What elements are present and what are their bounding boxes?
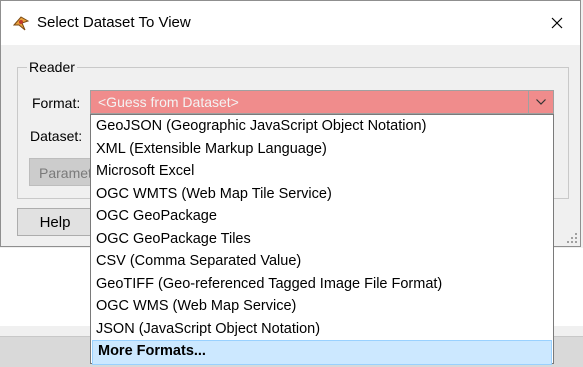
more-formats-option[interactable]: More Formats... — [92, 340, 552, 365]
format-option[interactable]: JSON (JavaScript Object Notation) — [91, 318, 553, 341]
format-label: Format: — [32, 95, 81, 111]
format-dropdown-button[interactable] — [528, 91, 553, 113]
dataset-label: Dataset: — [30, 128, 83, 144]
chevron-down-icon — [536, 99, 546, 105]
format-option[interactable]: GeoJSON (Geographic JavaScript Object No… — [91, 115, 553, 138]
format-select-value: <Guess from Dataset> — [98, 94, 239, 110]
format-option[interactable]: OGC WMS (Web Map Service) — [91, 295, 553, 318]
format-option[interactable]: OGC GeoPackage Tiles — [91, 228, 553, 251]
title-bar: Select Dataset To View — [1, 1, 580, 45]
format-option[interactable]: GeoTIFF (Geo-referenced Tagged Image Fil… — [91, 273, 553, 296]
fme-app-icon — [11, 13, 31, 33]
close-button[interactable] — [534, 1, 580, 45]
help-button[interactable]: Help — [17, 208, 93, 236]
resize-grip-icon[interactable] — [566, 232, 578, 244]
format-option[interactable]: XML (Extensible Markup Language) — [91, 138, 553, 161]
format-select[interactable]: <Guess from Dataset> — [90, 90, 554, 114]
format-option[interactable]: Microsoft Excel — [91, 160, 553, 183]
format-option[interactable]: CSV (Comma Separated Value) — [91, 250, 553, 273]
format-option[interactable]: OGC WMTS (Web Map Tile Service) — [91, 183, 553, 206]
reader-group-label: Reader — [27, 59, 77, 75]
window-title: Select Dataset To View — [37, 14, 191, 31]
format-option[interactable]: OGC GeoPackage — [91, 205, 553, 228]
close-icon — [551, 17, 563, 29]
format-dropdown-list: GeoJSON (Geographic JavaScript Object No… — [90, 114, 554, 365]
